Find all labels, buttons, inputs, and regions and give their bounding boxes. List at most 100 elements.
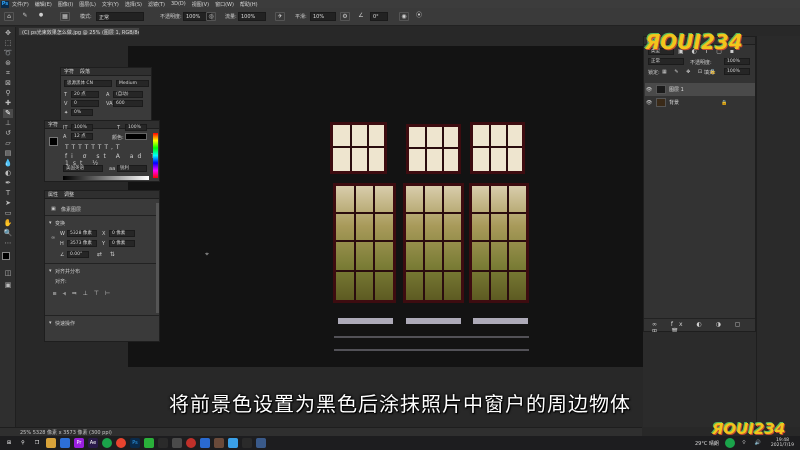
eraser-tool-icon[interactable]: ▱ — [3, 139, 13, 148]
kerning-input[interactable]: 0 — [71, 100, 99, 107]
airbrush-icon[interactable]: ✈ — [275, 12, 285, 21]
align-buttons[interactable]: ⫢⫣⫤⊥⊤⊢ — [53, 290, 116, 298]
font-family-select[interactable]: 思源黑体 CN — [64, 80, 112, 87]
text-color-field[interactable] — [125, 133, 147, 140]
chrome-icon[interactable] — [116, 438, 126, 448]
layer-row[interactable]: 👁 背景 🔒 — [645, 96, 755, 109]
canvas-image[interactable]: ⌖ — [128, 46, 681, 367]
tracking-input[interactable]: 600 — [113, 100, 143, 107]
frame-tool-icon[interactable]: ⊠ — [3, 79, 13, 88]
home-icon[interactable]: ⌂ — [4, 12, 14, 21]
menu-filter[interactable]: 滤镜(T) — [148, 1, 165, 8]
start-icon[interactable]: ⊞ — [4, 438, 14, 448]
vertical-scale-input[interactable]: 100% — [71, 124, 93, 131]
pen-tool-icon[interactable]: ✒ — [3, 179, 13, 188]
hue-spectrum-bar[interactable] — [153, 133, 158, 178]
percent-input[interactable]: 0% — [71, 109, 93, 116]
history-brush-tool-icon[interactable]: ↺ — [3, 129, 13, 138]
photoshop-logo-icon[interactable]: Ps — [1, 0, 9, 8]
menu-file[interactable]: 文件(F) — [12, 1, 29, 8]
premiere-icon[interactable]: Pr — [74, 438, 84, 448]
quick-actions-chevron-icon[interactable]: ▾ — [49, 320, 52, 326]
symmetry-icon[interactable]: ⦿ — [414, 12, 424, 21]
text-color-swatch[interactable] — [49, 137, 58, 146]
flip-buttons[interactable]: ⇄ ⇅ — [97, 251, 118, 258]
dodge-tool-icon[interactable]: ◐ — [3, 169, 13, 178]
document-tab[interactable]: (C) ps光束效果怎么做.jpg @ 25% (图层 1, RGB/8#) * — [18, 27, 140, 36]
quick-mask-icon[interactable]: ◫ — [3, 269, 13, 278]
height-input[interactable]: 3573 像素 — [67, 240, 97, 247]
crop-tool-icon[interactable]: ⌗ — [3, 69, 13, 78]
menu-type[interactable]: 文字(Y) — [102, 1, 119, 8]
blend-mode-select[interactable]: 正常 — [648, 58, 684, 65]
clone-stamp-tool-icon[interactable]: ⊥ — [3, 119, 13, 128]
transform-chevron-icon[interactable]: ▾ — [49, 220, 52, 226]
leading-input[interactable]: (自动) — [113, 91, 143, 98]
lasso-tool-icon[interactable]: ➰ — [3, 49, 13, 58]
weather-text[interactable]: 29°C 晴朗 — [695, 440, 719, 447]
network-icon[interactable]: ⌔ — [739, 438, 749, 448]
app-red-icon[interactable] — [186, 438, 196, 448]
angle-input[interactable]: 0.00° — [67, 251, 89, 258]
brush-tool-icon[interactable]: ✎ — [3, 109, 13, 118]
smooth-input[interactable]: 10% — [310, 12, 336, 21]
menu-view[interactable]: 视图(V) — [192, 1, 209, 8]
anti-alias-select[interactable]: 锐利 — [117, 165, 147, 172]
tab-adjustments[interactable]: 调整 — [64, 191, 74, 198]
angle-input[interactable]: 0° — [370, 12, 388, 21]
tab-properties[interactable]: 属性 — [48, 191, 58, 198]
flow-input[interactable]: 100% — [238, 12, 266, 21]
brush-tool-icon[interactable]: ✎ — [20, 12, 30, 21]
align-chevron-icon[interactable]: ▾ — [49, 268, 52, 274]
smooth-options-icon[interactable]: ⚙ — [340, 12, 350, 21]
tab-color-label[interactable]: 字符 — [48, 121, 58, 128]
menu-select[interactable]: 选择(S) — [125, 1, 142, 8]
brush-preset-icon[interactable]: ● — [36, 12, 46, 21]
gray-ramp[interactable] — [63, 176, 149, 180]
app-icon[interactable] — [242, 438, 252, 448]
properties-scrollbar[interactable] — [156, 203, 159, 313]
hand-tool-icon[interactable]: ✋ — [3, 219, 13, 228]
menu-edit[interactable]: 编辑(E) — [35, 1, 52, 8]
link-icon[interactable]: ∞ — [51, 235, 55, 241]
app-icon[interactable] — [256, 438, 266, 448]
blur-tool-icon[interactable]: 💧 — [3, 159, 13, 168]
menu-3d[interactable]: 3D(D) — [171, 1, 186, 7]
quick-select-tool-icon[interactable]: ⊛ — [3, 59, 13, 68]
mode-select[interactable]: 正常 — [96, 12, 144, 21]
tray-icon[interactable] — [724, 438, 735, 448]
wechat-icon[interactable] — [144, 438, 154, 448]
tab-character[interactable]: 字符 — [64, 68, 74, 75]
after-effects-icon[interactable]: Ae — [88, 438, 98, 448]
eyedropper-tool-icon[interactable]: ⚲ — [3, 89, 13, 98]
app-dark-icon[interactable] — [158, 438, 168, 448]
menu-image[interactable]: 图像(I) — [58, 1, 73, 8]
app-green-icon[interactable] — [102, 438, 112, 448]
font-size-input[interactable]: 20 点 — [71, 91, 99, 98]
font-style-select[interactable]: Medium — [116, 80, 149, 87]
more-tools-icon[interactable]: ⋯ — [3, 239, 13, 248]
type-style-buttons[interactable]: TTTTTTT,T — [65, 144, 123, 151]
photoshop-taskbar-icon[interactable]: Ps — [130, 438, 140, 448]
visibility-eye-icon[interactable]: 👁 — [645, 100, 653, 106]
app-gray-icon[interactable] — [172, 438, 182, 448]
pressure-opacity-icon[interactable]: ◎ — [206, 12, 216, 21]
shape-tool-icon[interactable]: ▭ — [3, 209, 13, 218]
app-photo-icon[interactable] — [214, 438, 224, 448]
visibility-eye-icon[interactable]: 👁 — [645, 87, 653, 93]
pressure-size-icon[interactable]: ◉ — [399, 12, 409, 21]
path-select-tool-icon[interactable]: ➤ — [3, 199, 13, 208]
layer-opacity-input[interactable]: 100% — [724, 58, 750, 65]
fill-input[interactable]: 100% — [724, 68, 750, 75]
app-icon[interactable] — [60, 438, 70, 448]
layer-row[interactable]: 👁 图层 1 — [645, 83, 755, 96]
search-icon[interactable]: ⚲ — [18, 438, 28, 448]
move-tool-icon[interactable]: ✥ — [3, 29, 13, 38]
brush-settings-icon[interactable]: ▦ — [60, 12, 70, 21]
x-input[interactable]: 0 像素 — [109, 230, 135, 237]
y-input[interactable]: 0 像素 — [109, 240, 135, 247]
marquee-tool-icon[interactable]: ⬚ — [3, 39, 13, 48]
baseline-input[interactable]: 12 点 — [71, 133, 93, 140]
gradient-tool-icon[interactable]: ▤ — [3, 149, 13, 158]
clock[interactable]: 19:48 2021/7/19 — [771, 438, 794, 448]
